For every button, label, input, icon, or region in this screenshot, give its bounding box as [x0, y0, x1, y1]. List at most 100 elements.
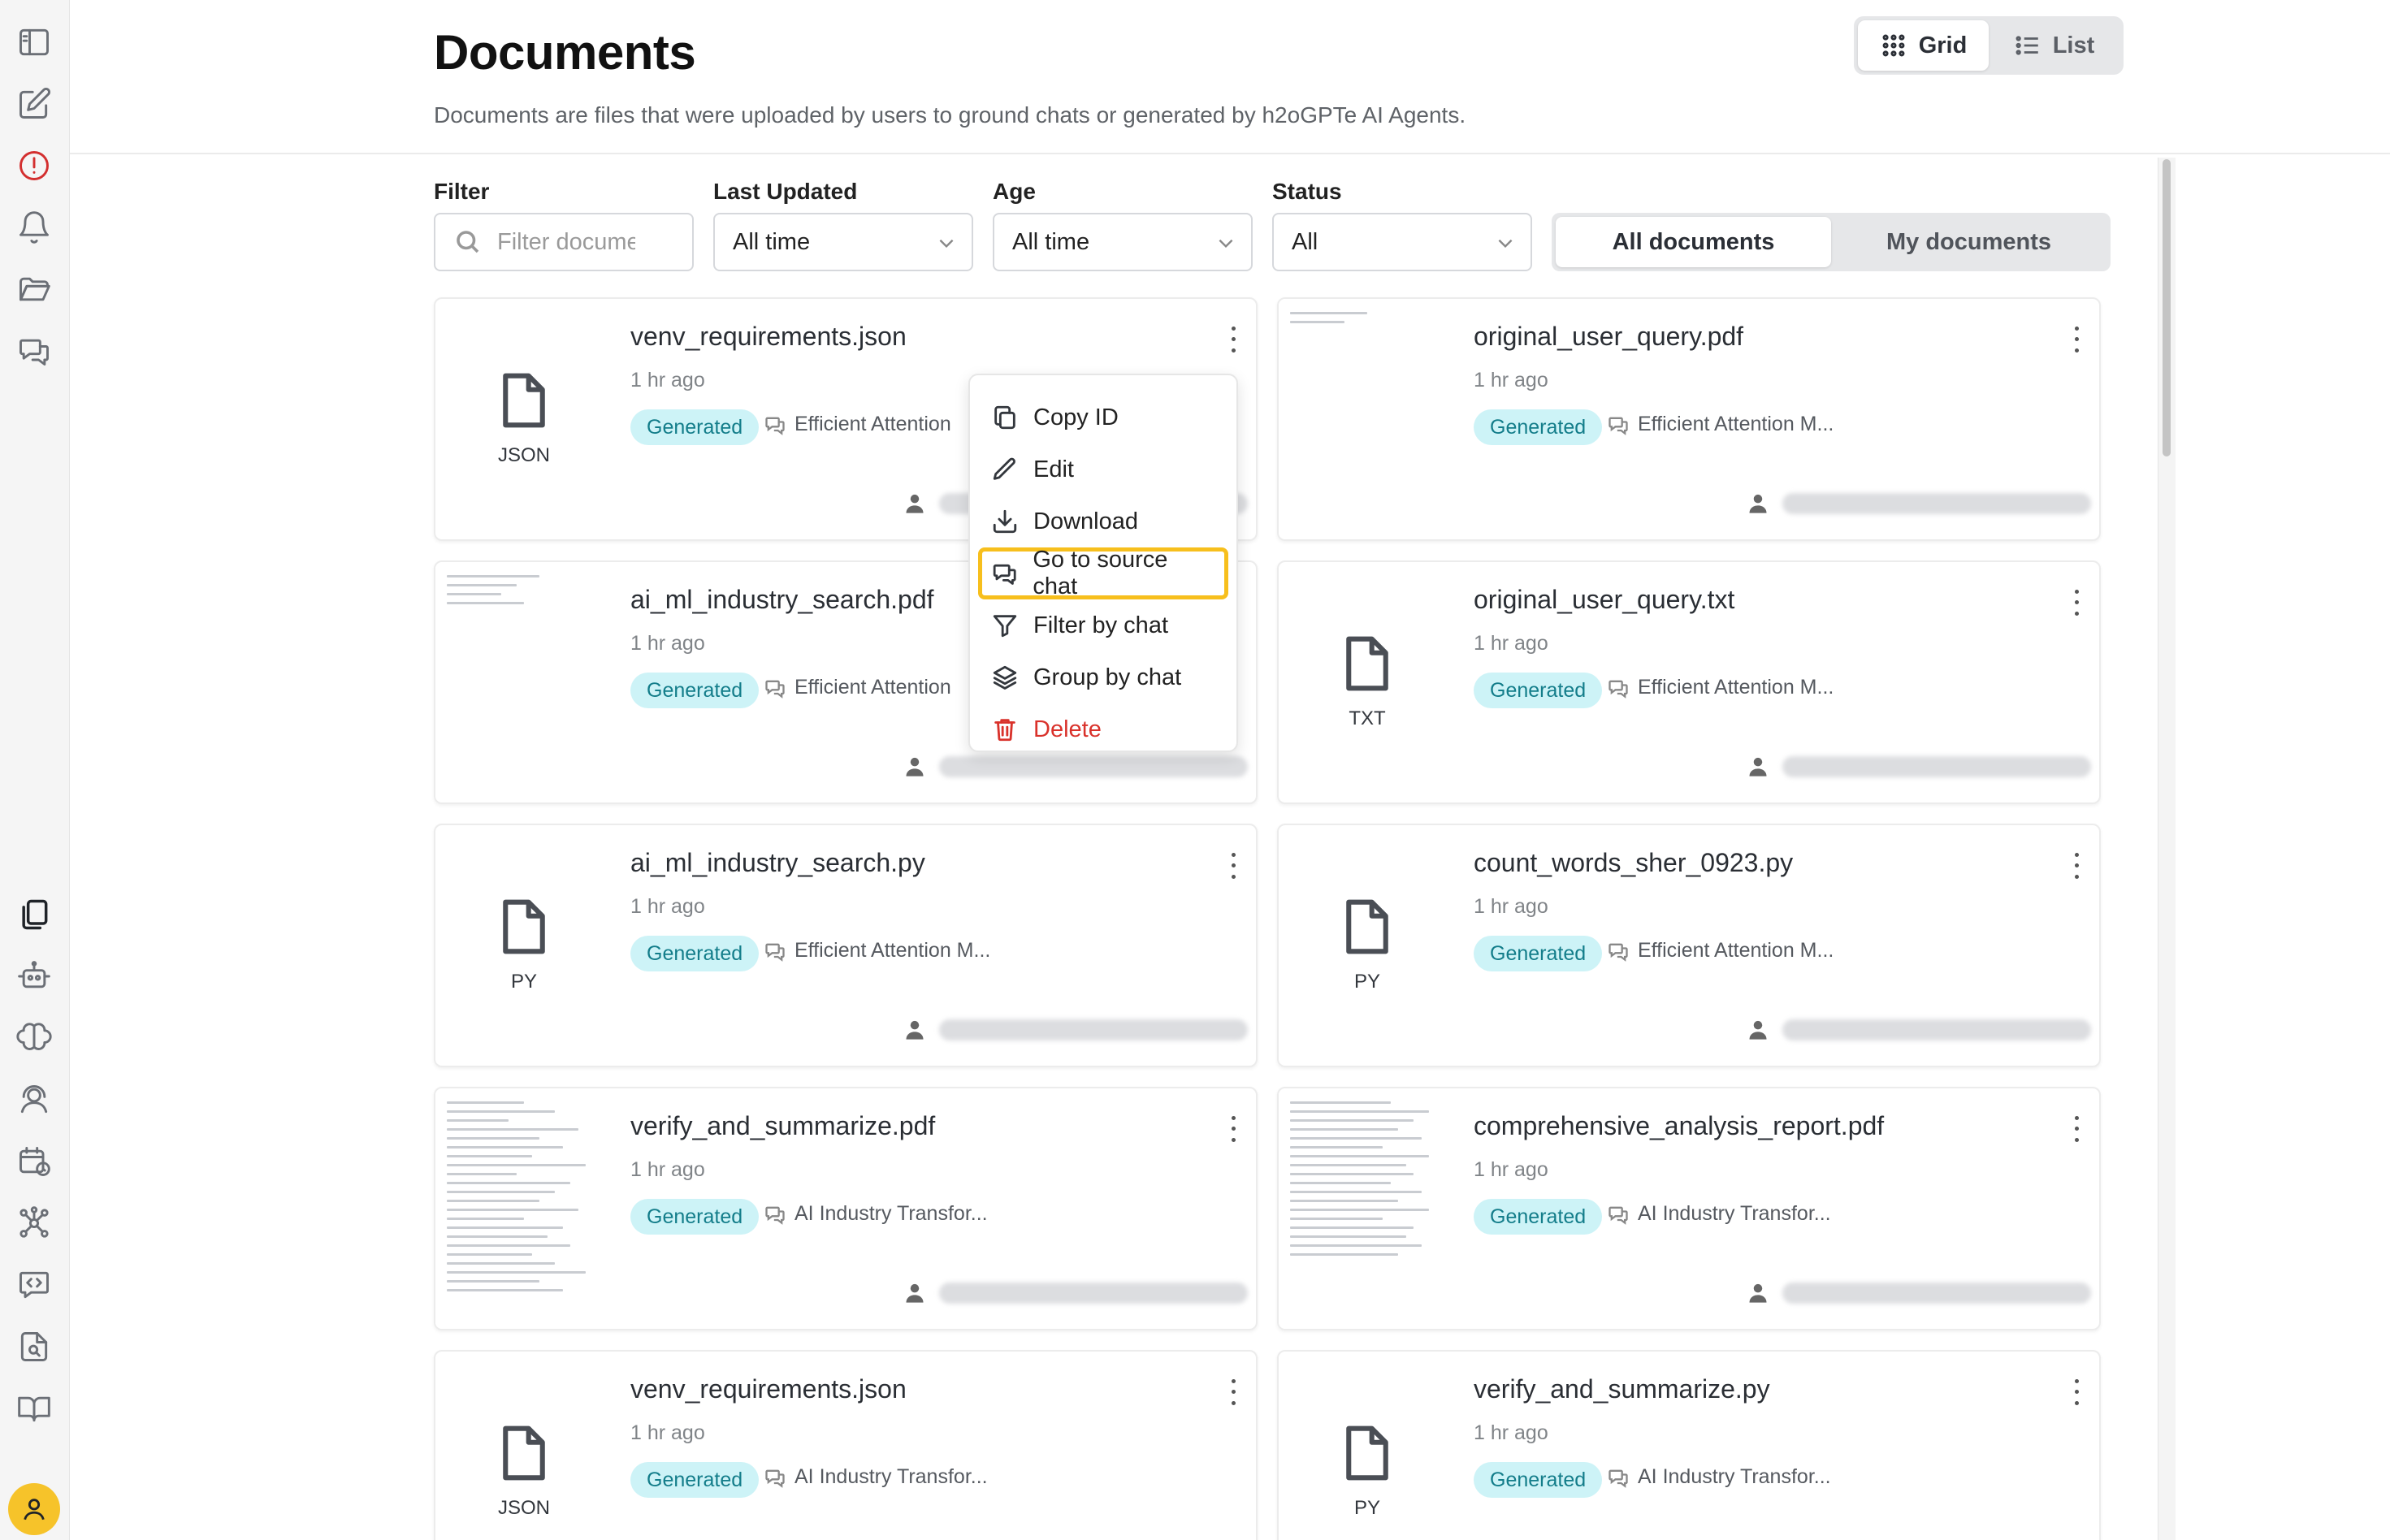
document-preview-thumbnail — [435, 1088, 613, 1329]
source-chat-name: Efficient Attention — [795, 413, 951, 435]
source-chat-ref[interactable]: Efficient Attention — [764, 413, 951, 436]
more-options-icon[interactable] — [1222, 323, 1245, 356]
last-updated-label: Last Updated — [713, 179, 858, 204]
document-card[interactable]: PY verify_and_summarize.py 1 hr ago Generat… — [1277, 1350, 2101, 1540]
owner-email-redacted — [1782, 756, 2091, 777]
document-card[interactable]: PY ai_ml_industry_search.py 1 hr ago Genera… — [434, 824, 1258, 1067]
source-chat-ref[interactable]: Efficient Attention M... — [1607, 413, 1834, 436]
document-card[interactable]: comprehensive_analysis_report.pdf 1 hr ag… — [1277, 1087, 2101, 1330]
document-title[interactable]: comprehensive_analysis_report.pdf — [1474, 1111, 1884, 1141]
code-chat-icon[interactable] — [15, 1265, 54, 1304]
more-options-icon[interactable] — [2065, 1113, 2088, 1145]
owner-email-redacted — [939, 1019, 1248, 1040]
chat-icon — [993, 564, 1016, 585]
document-card[interactable]: original_user_query.pdf 1 hr ago Generated… — [1277, 297, 2101, 541]
source-chat-ref[interactable]: AI Industry Transfor... — [1607, 1202, 1831, 1226]
file-extension: PY — [1353, 1497, 1380, 1519]
document-search-icon[interactable] — [15, 1327, 54, 1366]
document-title[interactable]: ai_ml_industry_search.py — [630, 848, 925, 878]
source-chat-ref[interactable]: Efficient Attention M... — [764, 939, 990, 962]
chat-icon — [765, 417, 785, 435]
document-title[interactable]: original_user_query.txt — [1474, 585, 1734, 615]
more-options-icon[interactable] — [2065, 586, 2088, 619]
scrollbar-thumb[interactable] — [2163, 159, 2171, 456]
go-to-source-chat-menu-item[interactable]: Go to source chat — [978, 547, 1228, 599]
document-title[interactable]: venv_requirements.json — [630, 1374, 907, 1404]
brain-icon[interactable] — [15, 1019, 54, 1058]
new-chat-icon[interactable] — [15, 84, 54, 123]
user-avatar[interactable] — [8, 1483, 60, 1535]
group-by-chat-menu-item[interactable]: Group by chat — [978, 651, 1228, 703]
grid-view-label: Grid — [1918, 32, 1968, 58]
filter-by-chat-menu-item[interactable]: Filter by chat — [978, 599, 1228, 651]
document-title[interactable]: venv_requirements.json — [630, 322, 907, 352]
file-extension: PY — [510, 971, 537, 993]
scheduled-tasks-icon[interactable] — [15, 1142, 54, 1181]
more-options-icon[interactable] — [1222, 1113, 1245, 1145]
document-owner — [1747, 1019, 2091, 1041]
document-card[interactable]: PY count_words_sher_0923.py 1 hr ago Genera… — [1277, 824, 2101, 1067]
source-chat-ref[interactable]: AI Industry Transfor... — [764, 1202, 988, 1226]
document-title[interactable]: verify_and_summarize.pdf — [630, 1111, 935, 1141]
delete-menu-item[interactable]: Delete — [978, 703, 1228, 755]
notifications-bell-icon[interactable] — [15, 208, 54, 247]
download-menu-item[interactable]: Download — [978, 495, 1228, 547]
document-scope-toggle: All documents My documents — [1552, 213, 2111, 271]
copy-icon — [994, 405, 1015, 430]
user-icon — [906, 1020, 924, 1040]
document-title[interactable]: ai_ml_industry_search.pdf — [630, 585, 934, 615]
list-view-label: List — [2052, 32, 2095, 58]
document-updated-time: 1 hr ago — [630, 895, 705, 918]
alert-icon[interactable] — [15, 146, 54, 185]
document-card[interactable]: TXT original_user_query.txt 1 hr ago Genera… — [1277, 560, 2101, 804]
source-chat-name: AI Industry Transfor... — [1638, 1202, 1831, 1225]
download-label: Download — [1033, 508, 1138, 534]
document-card[interactable]: JSON venv_requirements.json 1 hr ago Genera… — [434, 1350, 1258, 1540]
filter-input[interactable] — [497, 228, 635, 256]
support-agent-icon[interactable] — [15, 1080, 54, 1119]
last-updated-select[interactable]: All time — [713, 213, 973, 271]
more-options-icon[interactable] — [2065, 1376, 2088, 1408]
book-icon[interactable] — [15, 1389, 54, 1428]
more-options-icon[interactable] — [1222, 850, 1245, 882]
list-view-button[interactable]: List — [1989, 20, 2119, 71]
edit-menu-item[interactable]: Edit — [978, 443, 1228, 495]
source-chat-ref[interactable]: Efficient Attention M... — [1607, 676, 1834, 699]
source-chat-ref[interactable]: AI Industry Transfor... — [1607, 1465, 1831, 1489]
grid-view-button[interactable]: Grid — [1858, 20, 1989, 71]
go-to-source-chat-label: Go to source chat — [1033, 547, 1168, 599]
my-documents-button[interactable]: My documents — [1831, 217, 2106, 267]
document-title[interactable]: verify_and_summarize.py — [1474, 1374, 1770, 1404]
age-select[interactable]: All time — [993, 213, 1253, 271]
chat-icon — [765, 943, 785, 962]
file-icon — [503, 373, 545, 428]
source-chat-ref[interactable]: AI Industry Transfor... — [764, 1465, 988, 1489]
copy-id-menu-item[interactable]: Copy ID — [978, 391, 1228, 443]
more-options-icon[interactable] — [1222, 1376, 1245, 1408]
more-options-icon[interactable] — [2065, 323, 2088, 356]
file-extension: PY — [1353, 971, 1380, 993]
status-select[interactable]: All — [1272, 213, 1532, 271]
chats-icon[interactable] — [15, 331, 54, 370]
document-thumbnail: PY — [1279, 825, 1456, 1066]
network-graph-icon[interactable] — [15, 1204, 54, 1243]
sidebar-toggle-icon[interactable] — [15, 23, 54, 62]
more-options-icon[interactable] — [2065, 850, 2088, 882]
header-divider — [70, 153, 2390, 154]
status-value: All — [1292, 228, 1318, 255]
status-label: Status — [1272, 179, 1342, 204]
all-documents-button[interactable]: All documents — [1556, 217, 1831, 267]
document-owner — [1747, 1282, 2091, 1304]
user-icon — [1749, 1283, 1767, 1303]
status-badge: Generated — [1474, 1199, 1603, 1235]
file-icon — [503, 1425, 545, 1481]
document-card[interactable]: verify_and_summarize.pdf 1 hr ago Generate… — [434, 1087, 1258, 1330]
folder-icon[interactable] — [15, 270, 54, 309]
documents-icon[interactable] — [15, 895, 54, 934]
document-title[interactable]: original_user_query.pdf — [1474, 322, 1743, 352]
group-by-chat-label: Group by chat — [1033, 664, 1182, 690]
agents-robot-icon[interactable] — [15, 957, 54, 996]
source-chat-ref[interactable]: Efficient Attention M... — [1607, 939, 1834, 962]
document-title[interactable]: count_words_sher_0923.py — [1474, 848, 1793, 878]
source-chat-ref[interactable]: Efficient Attention — [764, 676, 951, 699]
